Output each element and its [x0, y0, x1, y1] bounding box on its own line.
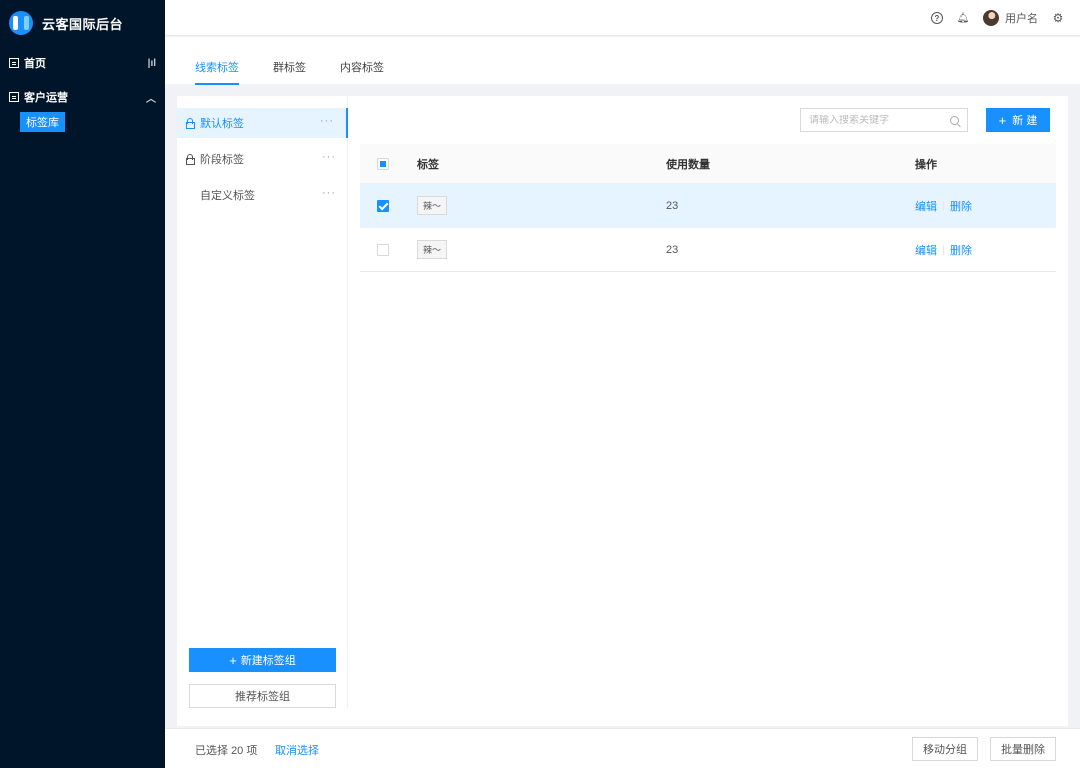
tag-chip: 辣～	[417, 240, 448, 259]
tag-group-label: 默认标签	[200, 118, 244, 130]
plus-icon: +	[998, 112, 1007, 128]
search-input[interactable]	[809, 114, 950, 126]
tag-group-default[interactable]: 默认标签 ···	[177, 108, 348, 138]
tag-group-label: 阶段标签	[200, 154, 244, 166]
more-icon[interactable]: ···	[320, 115, 334, 127]
batch-delete-button[interactable]: 批量删除	[990, 737, 1056, 761]
avatar	[983, 10, 999, 26]
document-icon	[9, 58, 19, 68]
new-tag-group-button[interactable]: + 新建标签组	[189, 648, 336, 672]
recommend-tag-group-button[interactable]: 推荐标签组	[189, 684, 336, 708]
search-box	[800, 108, 968, 132]
bell-icon[interactable]: 🔔︎	[957, 12, 970, 24]
bar-chart-icon: |ıl	[147, 57, 156, 69]
tab-content-tags[interactable]: 内容标签	[340, 59, 384, 83]
user-menu[interactable]: 用户名	[983, 10, 1038, 26]
tag-chip: 辣～	[417, 196, 448, 215]
lock-icon	[185, 118, 195, 129]
sidebar-subitem-tag-library[interactable]: 标签库	[20, 112, 65, 132]
tag-group-label: 自定义标签	[200, 190, 255, 202]
row-checkbox[interactable]	[377, 199, 389, 212]
settings-icon[interactable]: ⚙	[1052, 11, 1064, 25]
username: 用户名	[1005, 13, 1038, 25]
delete-link[interactable]: 删除	[950, 242, 972, 258]
edit-link[interactable]: 编辑	[915, 242, 937, 258]
select-all-checkbox[interactable]	[377, 157, 389, 170]
tabs-bar: 线索标签 群标签 内容标签	[165, 37, 1080, 85]
usage-count: 23	[666, 243, 679, 256]
more-icon[interactable]: ···	[322, 151, 336, 163]
tag-group-stage[interactable]: 阶段标签 ···	[177, 144, 348, 174]
table-header: 标签 使用数量 操作	[360, 144, 1056, 184]
tag-table: 标签 使用数量 操作 辣～ 23 编辑 删除 辣～ 23 编辑 删除	[360, 144, 1056, 272]
sidebar-item-label: 首页	[24, 58, 46, 70]
sidebar: 云客国际后台 首页 |ıl 客户运营 ︿ 标签库	[0, 0, 165, 768]
column-header-actions: 操作	[915, 158, 937, 171]
tab-clue-tags[interactable]: 线索标签	[195, 59, 239, 85]
tag-group-custom[interactable]: 自定义标签 ···	[177, 180, 348, 210]
chevron-up-icon: ︿	[146, 93, 156, 105]
more-icon[interactable]: ···	[322, 187, 336, 199]
cancel-selection-link[interactable]: 取消选择	[275, 742, 319, 758]
plus-icon: +	[229, 652, 237, 668]
sidebar-item-customer-ops[interactable]: 客户运营 ︿	[0, 80, 165, 114]
logo[interactable]: 云客国际后台	[0, 0, 165, 46]
app-title: 云客国际后台	[42, 16, 124, 32]
sidebar-item-label: 客户运营	[24, 92, 68, 104]
new-tag-group-label: 新建标签组	[240, 655, 296, 667]
table-row[interactable]: 辣～ 23 编辑 删除	[360, 228, 1056, 272]
sidebar-item-home[interactable]: 首页 |ıl	[0, 46, 165, 80]
document-icon	[9, 92, 19, 102]
help-icon[interactable]: ?	[931, 12, 943, 24]
delete-link[interactable]: 删除	[950, 198, 972, 214]
lock-icon	[185, 154, 195, 165]
tab-group-tags[interactable]: 群标签	[273, 59, 306, 83]
bulk-action-footer: 已选择 20 项 取消选择 移动分组 批量删除	[165, 728, 1080, 768]
edit-link[interactable]: 编辑	[915, 198, 937, 214]
tag-group-list: 默认标签 ··· 阶段标签 ··· 自定义标签 ··· + 新建标签组 推荐标签…	[177, 96, 348, 708]
row-checkbox[interactable]	[377, 243, 389, 256]
usage-count: 23	[666, 199, 679, 212]
selected-count: 已选择 20 项	[195, 745, 258, 757]
new-button-label: 新 建	[1012, 115, 1038, 127]
new-button[interactable]: + 新 建	[986, 108, 1050, 132]
divider	[943, 244, 944, 255]
top-header: ? 🔔︎ 用户名 ⚙	[165, 0, 1080, 36]
content-panel: 默认标签 ··· 阶段标签 ··· 自定义标签 ··· + 新建标签组 推荐标签…	[177, 96, 1068, 726]
logo-icon	[9, 11, 33, 35]
move-group-button[interactable]: 移动分组	[912, 737, 978, 761]
column-header-tag: 标签	[417, 158, 439, 171]
column-header-count: 使用数量	[666, 158, 710, 171]
search-icon[interactable]	[950, 115, 959, 125]
divider	[943, 200, 944, 211]
table-row[interactable]: 辣～ 23 编辑 删除	[360, 184, 1056, 228]
